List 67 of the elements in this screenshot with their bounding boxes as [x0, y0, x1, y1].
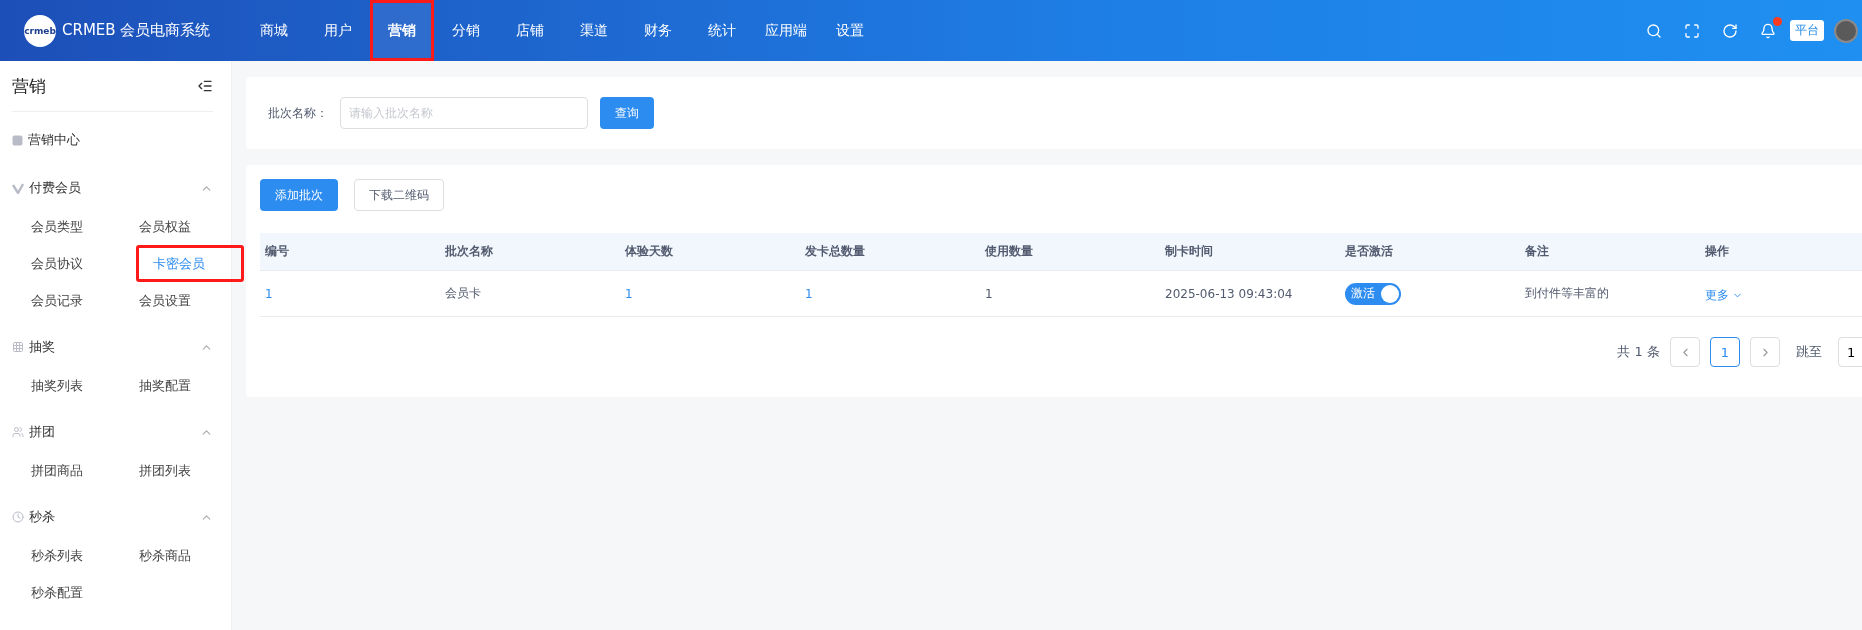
column-header: 是否激活	[1344, 243, 1394, 260]
v-icon	[12, 182, 24, 194]
collapse-icon[interactable]	[197, 78, 213, 94]
sidebar-item[interactable]: 拼团列表	[136, 452, 244, 489]
sidebar-item[interactable]: 秒杀列表	[28, 537, 136, 574]
sidebar-item[interactable]: 抽奖列表	[28, 367, 136, 404]
nav-tab[interactable]: 营销	[370, 0, 434, 61]
table-cell-text: 1	[624, 286, 634, 301]
column-header: 操作	[1704, 243, 1730, 260]
grid-icon	[12, 341, 24, 353]
refresh-icon[interactable]	[1722, 22, 1738, 39]
clock-icon	[12, 511, 24, 523]
nav-tab[interactable]: 财务	[626, 0, 690, 61]
jump-field[interactable]: 1	[1838, 337, 1862, 367]
column-header: 备注	[1524, 243, 1550, 260]
brand-logo: crmeb	[24, 14, 56, 47]
sidebar-title: 营销	[12, 74, 46, 98]
avatar[interactable]	[1834, 18, 1858, 43]
sidebar-group[interactable]: 付费会员	[29, 179, 195, 197]
nav-tab[interactable]: 统计	[690, 0, 754, 61]
next-page-button[interactable]	[1750, 337, 1780, 367]
table-cell-text: 1	[264, 286, 274, 301]
sidebar-item[interactable]: 卡密会员	[136, 245, 244, 282]
table-cell-text: 会员卡	[444, 285, 482, 302]
sidebar-group[interactable]: 秒杀	[29, 508, 195, 526]
sidebar-item[interactable]: 会员权益	[136, 208, 244, 245]
brand-name: CRMEB 会员电商系统	[62, 21, 211, 40]
field-label: 批次名称：	[268, 104, 328, 122]
sidebar-item[interactable]: 秒杀配置	[28, 574, 136, 611]
sidebar-item[interactable]: 会员协议	[28, 245, 136, 282]
sidebar-group[interactable]: 营销中心	[28, 131, 213, 149]
nav-tab[interactable]: 应用端	[754, 0, 818, 61]
sidebar-item[interactable]: 秒杀商品	[136, 537, 244, 574]
sidebar-item[interactable]: 会员类型	[28, 208, 136, 245]
nav-tab[interactable]: 商城	[242, 0, 306, 61]
table-cell-text: 到付件等丰富的	[1524, 285, 1610, 302]
sidebar-group[interactable]: 抽奖	[29, 338, 195, 356]
sidebar-item[interactable]: 会员设置	[136, 282, 244, 319]
column-header: 制卡时间	[1164, 243, 1214, 260]
column-header: 发卡总数量	[804, 243, 866, 260]
platform-badge[interactable]: 平台	[1790, 20, 1824, 41]
sidebar-item[interactable]: 抽奖配置	[136, 367, 244, 404]
sidebar-group[interactable]: 拼团	[29, 423, 195, 441]
column-header: 编号	[264, 243, 290, 260]
fullscreen-icon[interactable]	[1684, 22, 1700, 39]
more-link[interactable]: 更多	[1700, 286, 1743, 304]
sidebar-item[interactable]: 会员记录	[28, 282, 136, 319]
nav-tab[interactable]: 渠道	[562, 0, 626, 61]
table-cell-text: 1	[984, 286, 994, 301]
total-count: 共 1 条	[1617, 343, 1660, 361]
sidebar-item[interactable]: 拼团商品	[28, 452, 136, 489]
column-header: 批次名称	[444, 243, 494, 260]
bell-icon[interactable]	[1760, 22, 1776, 39]
column-header: 体验天数	[624, 243, 674, 260]
nav-tab[interactable]: 店铺	[498, 0, 562, 61]
search-icon[interactable]	[1646, 22, 1662, 39]
table-cell-text: 1	[804, 286, 814, 301]
nav-tab[interactable]: 设置	[818, 0, 882, 61]
table-cell-text: 2025-06-13 09:43:04	[1164, 286, 1294, 301]
users-icon	[12, 426, 24, 438]
nav-tab[interactable]: 分销	[434, 0, 498, 61]
square-icon	[12, 134, 23, 146]
prev-page-button[interactable]	[1670, 337, 1700, 367]
download-qr-button[interactable]: 下载二维码	[354, 179, 444, 211]
column-header: 使用数量	[984, 243, 1034, 260]
jump-label: 跳至	[1796, 343, 1822, 361]
nav-tab[interactable]: 用户	[306, 0, 370, 61]
